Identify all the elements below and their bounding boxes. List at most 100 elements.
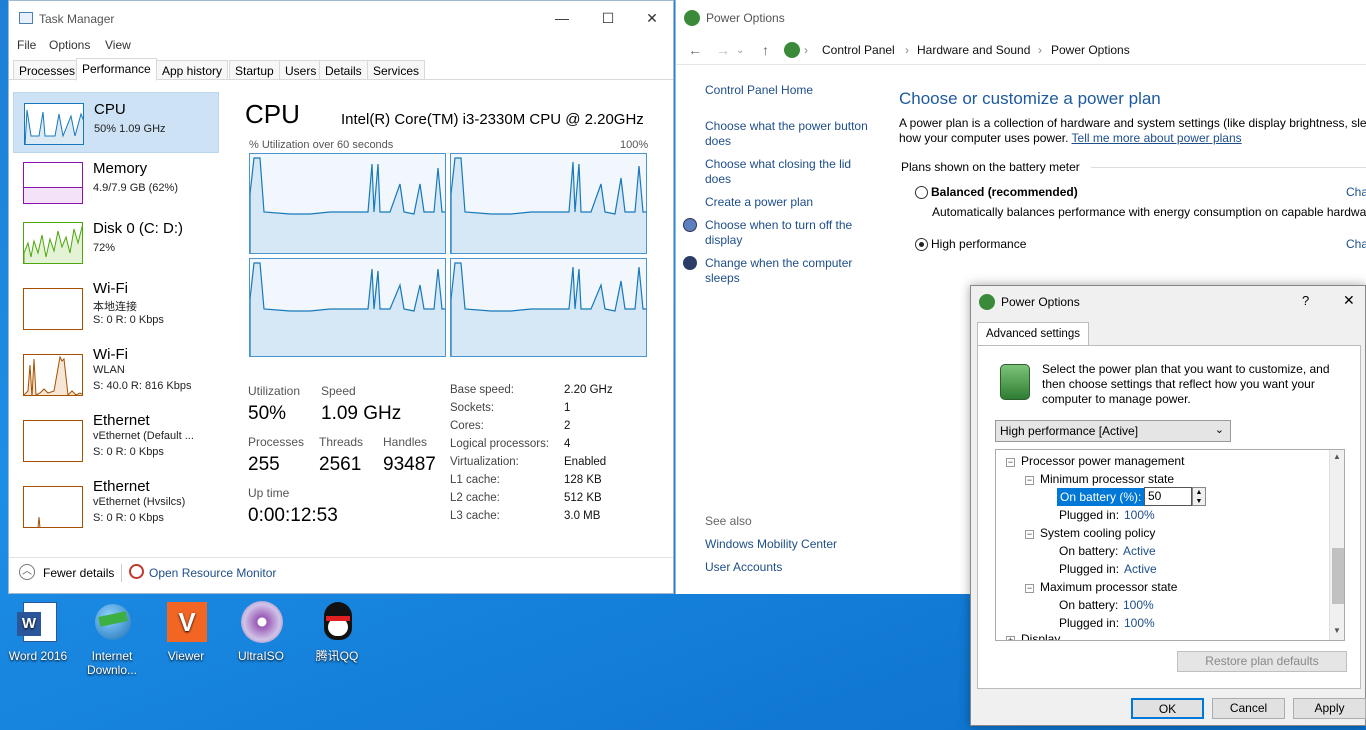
min-plugged-in-label: Plugged in: — [1059, 508, 1120, 522]
sidebar-wifi1-name: Wi-Fi — [93, 280, 128, 297]
breadcrumb-hardware-sound[interactable]: Hardware and Sound — [917, 43, 1030, 57]
scroll-up-icon[interactable]: ▲ — [1333, 452, 1341, 461]
balanced-radio[interactable] — [915, 186, 928, 199]
sidebar-item-wifi-1[interactable]: Wi-Fi 本地连接 S: 0 R: 0 Kbps — [13, 278, 219, 338]
maximize-button[interactable]: ☐ — [585, 1, 631, 35]
expand-icon[interactable]: + — [1006, 636, 1015, 640]
cooling-on-battery-value[interactable]: Active — [1123, 544, 1156, 558]
sidebar-item-cpu[interactable]: CPU 50% 1.09 GHz — [13, 92, 219, 153]
restore-plan-defaults-button[interactable]: Restore plan defaults — [1177, 651, 1347, 672]
sidebar-ethernet2-name: Ethernet — [93, 478, 150, 495]
balanced-change-link[interactable]: Cha — [1346, 185, 1366, 199]
collapse-icon[interactable]: − — [1025, 584, 1034, 593]
utilization-max: 100% — [620, 139, 649, 151]
spec-key: Base speed: — [450, 384, 514, 396]
min-plugged-in-value[interactable]: 100% — [1124, 508, 1155, 522]
control-panel-home-link[interactable]: Control Panel Home — [705, 83, 880, 98]
closing-lid-link[interactable]: Choose what closing the lid does — [705, 157, 880, 187]
turn-off-display-link[interactable]: Choose when to turn off the display — [705, 218, 880, 248]
cancel-button[interactable]: Cancel — [1212, 698, 1285, 719]
sidebar-item-wifi-2[interactable]: Wi-Fi WLAN S: 40.0 R: 816 Kbps — [13, 344, 219, 404]
fewer-details-link[interactable]: Fewer details — [43, 566, 114, 580]
cpu-core-graph-2 — [450, 153, 647, 254]
sidebar-item-ethernet-2[interactable]: Ethernet vEthernet (Hvsilcs) S: 0 R: 0 K… — [13, 476, 219, 536]
tell-me-more-link[interactable]: Tell me more about power plans — [1072, 131, 1242, 145]
cooling-plugged-in-value[interactable]: Active — [1124, 562, 1157, 576]
uptime-value: 0:00:12:53 — [248, 505, 338, 526]
tab-advanced-settings[interactable]: Advanced settings — [977, 322, 1089, 346]
user-accounts-link[interactable]: User Accounts — [705, 560, 880, 575]
tab-startup[interactable]: Startup — [229, 60, 280, 80]
computer-sleeps-link[interactable]: Change when the computer sleeps — [705, 256, 880, 286]
tree-scrollbar[interactable]: ▲ ▼ — [1329, 450, 1344, 640]
tab-services[interactable]: Services — [367, 60, 426, 80]
page-heading: Choose or customize a power plan — [899, 89, 1161, 108]
tree-display[interactable]: Display — [1021, 632, 1060, 640]
high-performance-radio[interactable] — [915, 238, 928, 251]
tab-processes[interactable]: Processes — [13, 60, 82, 80]
speed-value: 1.09 GHz — [321, 403, 402, 424]
menu-file[interactable]: File — [17, 38, 36, 52]
up-arrow-icon[interactable]: ↑ — [762, 42, 769, 58]
collapse-icon[interactable]: − — [1025, 476, 1034, 485]
scrollbar-thumb[interactable] — [1332, 548, 1344, 604]
control-panel-icon — [784, 42, 800, 58]
tree-processor-power[interactable]: Processor power management — [1021, 454, 1184, 468]
power-options-title: Power Options — [706, 11, 785, 25]
mobility-center-link[interactable]: Windows Mobility Center — [705, 537, 880, 552]
tree-min-processor-state[interactable]: Minimum processor state — [1040, 472, 1174, 486]
max-on-battery-value[interactable]: 100% — [1123, 598, 1154, 612]
sidebar-memory-detail: 4.9/7.9 GB (62%) — [93, 182, 178, 194]
high-performance-change-link[interactable]: Cha — [1346, 237, 1366, 251]
desktop-icon-ultraiso[interactable]: UltraISO — [226, 600, 296, 663]
minimize-button[interactable]: — — [539, 1, 585, 35]
ok-button[interactable]: OK — [1131, 698, 1204, 719]
threads-label: Threads — [319, 435, 364, 449]
min-on-battery-input[interactable]: 50 — [1144, 487, 1192, 506]
spec-key: L1 cache: — [450, 474, 500, 486]
desktop-icon-idm[interactable]: Internet Downlo... — [77, 600, 147, 677]
handles-value: 93487 — [383, 454, 436, 475]
forward-arrow-icon[interactable]: → — [716, 42, 730, 58]
chevron-up-icon[interactable]: ︿ — [19, 564, 35, 580]
close-icon[interactable]: ✕ — [1343, 292, 1355, 309]
menu-view[interactable]: View — [105, 38, 131, 52]
recent-dropdown-icon[interactable]: ⌄ — [736, 45, 744, 56]
scroll-down-icon[interactable]: ▼ — [1333, 626, 1341, 635]
apply-button[interactable]: Apply — [1293, 698, 1366, 719]
spec-value: 128 KB — [564, 474, 602, 486]
power-plan-select[interactable]: High performance [Active] ⌄ — [995, 420, 1231, 442]
create-power-plan-link[interactable]: Create a power plan — [705, 195, 880, 210]
tree-max-processor-state[interactable]: Maximum processor state — [1040, 580, 1177, 594]
open-resource-monitor-link[interactable]: Open Resource Monitor — [149, 566, 276, 580]
tab-app-history[interactable]: App history — [156, 60, 229, 80]
tab-details[interactable]: Details — [319, 60, 368, 80]
sidebar-item-ethernet-1[interactable]: Ethernet vEthernet (Default ... S: 0 R: … — [13, 410, 219, 470]
qq-icon — [314, 600, 360, 646]
collapse-icon[interactable]: − — [1025, 530, 1034, 539]
breadcrumb-power-options[interactable]: Power Options — [1051, 43, 1130, 57]
back-arrow-icon[interactable]: ← — [688, 42, 702, 58]
desktop-icon-word[interactable]: W Word 2016 — [3, 600, 73, 663]
sidebar-item-disk[interactable]: Disk 0 (C: D:) 72% — [13, 212, 219, 272]
settings-tree: − Processor power management − Minimum p… — [995, 449, 1345, 641]
power-button-link[interactable]: Choose what the power button does — [705, 119, 880, 149]
max-plugged-in-value[interactable]: 100% — [1124, 616, 1155, 630]
breadcrumb-control-panel[interactable]: Control Panel — [822, 43, 895, 57]
help-button[interactable]: ? — [1302, 293, 1309, 308]
desktop-icon-qq[interactable]: 腾讯QQ — [302, 600, 372, 663]
spinner-buttons[interactable]: ▲ ▼ — [1192, 487, 1206, 506]
utilization-label: Utilization — [248, 384, 301, 398]
spec-value: 4 — [564, 438, 571, 450]
spec-key: Cores: — [450, 420, 484, 432]
sidebar-disk-detail: 72% — [93, 242, 116, 254]
tab-performance[interactable]: Performance — [76, 58, 157, 81]
sleep-moon-icon — [683, 256, 697, 270]
tree-system-cooling[interactable]: System cooling policy — [1040, 526, 1155, 540]
menu-options[interactable]: Options — [49, 38, 90, 52]
collapse-icon[interactable]: − — [1006, 458, 1015, 467]
tab-users[interactable]: Users — [279, 60, 323, 80]
desktop-icon-viewer[interactable]: V Viewer — [151, 600, 221, 663]
close-button[interactable]: ✕ — [629, 1, 675, 35]
sidebar-item-memory[interactable]: Memory 4.9/7.9 GB (62%) — [13, 152, 219, 212]
